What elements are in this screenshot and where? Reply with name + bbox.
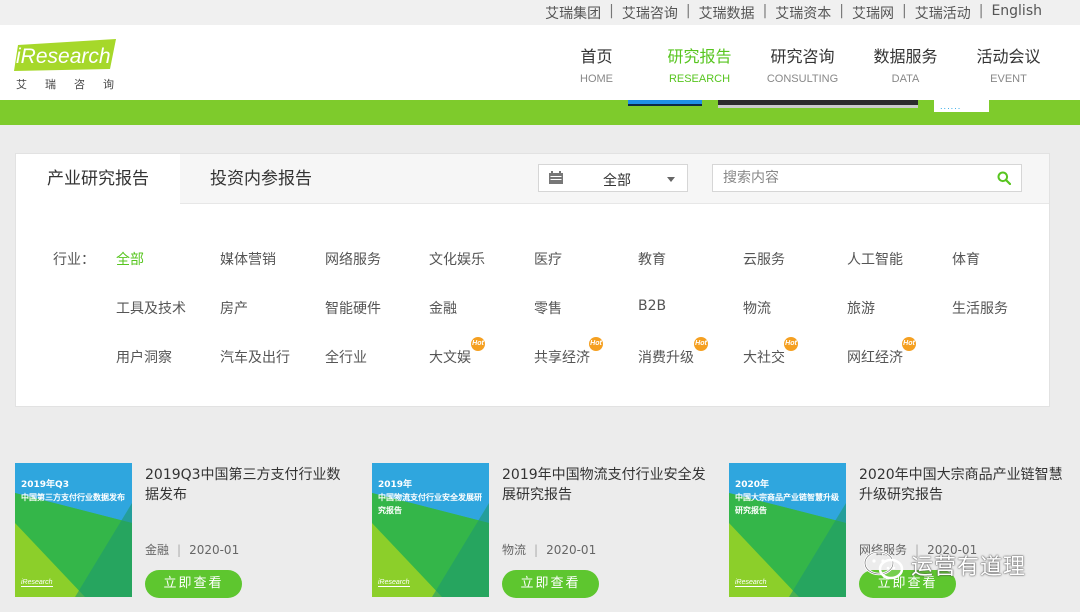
- report-category: 金融: [145, 543, 170, 557]
- link-net[interactable]: 艾瑞网: [852, 3, 894, 23]
- report-date: 2020-01: [189, 543, 240, 557]
- industry-smart-hardware[interactable]: 智能硬件: [325, 298, 381, 318]
- industry-retail[interactable]: 零售: [534, 298, 562, 318]
- industry-consumption-upgrade[interactable]: 消费升级: [638, 347, 694, 367]
- industry-education[interactable]: 教育: [638, 249, 666, 269]
- nav-consulting[interactable]: 研究咨询 CONSULTING: [751, 43, 854, 85]
- hot-badge-icon: Hot: [902, 337, 916, 351]
- nav-home[interactable]: 首页 HOME: [545, 43, 648, 85]
- tab-investment-reports[interactable]: 投资内参报告: [180, 154, 342, 205]
- industry-sports[interactable]: 体育: [952, 249, 980, 269]
- hot-badge-icon: Hot: [784, 337, 798, 351]
- link-group[interactable]: 艾瑞集团: [545, 3, 601, 23]
- link-events[interactable]: 艾瑞活动: [915, 3, 971, 23]
- industry-travel[interactable]: 旅游: [847, 298, 875, 318]
- industry-tools-tech[interactable]: 工具及技术: [116, 298, 186, 318]
- link-capital[interactable]: 艾瑞资本: [775, 3, 831, 23]
- industry-ai[interactable]: 人工智能: [847, 249, 903, 269]
- nav-data[interactable]: 数据服务 DATA: [854, 43, 957, 85]
- hot-badge-icon: Hot: [471, 337, 485, 351]
- industry-medical[interactable]: 医疗: [534, 249, 562, 269]
- industry-auto-mobility[interactable]: 汽车及出行: [220, 347, 290, 367]
- report-meta: 物流 | 2020-01: [502, 543, 597, 557]
- date-select-value: 全部: [603, 173, 631, 189]
- caret-down-icon: [667, 177, 675, 182]
- nav-research[interactable]: 研究报告 RESEARCH: [648, 43, 751, 85]
- industry-influencer-economy[interactable]: 网红经济: [847, 347, 903, 367]
- hot-badge-icon: Hot: [589, 337, 603, 351]
- link-consulting[interactable]: 艾瑞咨询: [622, 3, 678, 23]
- report-thumbnail[interactable]: 2019年 中国物流支付行业安全发展研究报告 iResearch: [372, 463, 489, 597]
- watermark-text: 运营有道理: [911, 555, 1027, 580]
- nav-event[interactable]: 活动会议 EVENT: [957, 43, 1060, 85]
- industry-big-social[interactable]: 大社交: [743, 347, 785, 367]
- link-english[interactable]: English: [991, 3, 1042, 23]
- industry-real-estate[interactable]: 房产: [220, 298, 248, 318]
- report-category: 物流: [502, 543, 527, 557]
- industry-life-services[interactable]: 生活服务: [952, 298, 1008, 318]
- industry-all-industries[interactable]: 全行业: [325, 347, 367, 367]
- industry-culture-entertainment[interactable]: 文化娱乐: [429, 249, 485, 269]
- industry-logistics[interactable]: 物流: [743, 298, 771, 318]
- top-utility-bar: 艾瑞集团 | 艾瑞咨询 | 艾瑞数据 | 艾瑞资本 | 艾瑞网 | 艾瑞活动 | Engli…: [0, 0, 1080, 25]
- report-card: 2019年 中国物流支付行业安全发展研究报告 iResearch 2019年中国…: [372, 463, 712, 603]
- report-filter-panel: 产业研究报告 投资内参报告 全部 行业： 全部 媒体营销 网络服务 文化娱乐: [15, 153, 1050, 407]
- main-nav: 首页 HOME 研究报告 RESEARCH 研究咨询 CONSULTING 数据…: [545, 43, 1060, 85]
- report-date: 2020-01: [546, 543, 597, 557]
- group-links: 艾瑞集团 | 艾瑞咨询 | 艾瑞数据 | 艾瑞资本 | 艾瑞网 | 艾瑞活动 | Engli…: [545, 3, 1042, 23]
- report-thumbnail[interactable]: 2019年Q3 中国第三方支付行业数据发布 iResearch: [15, 463, 132, 597]
- laptop-graphic: [718, 100, 918, 108]
- report-title[interactable]: 2019Q3中国第三方支付行业数据发布: [145, 465, 350, 505]
- search-icon[interactable]: [997, 171, 1011, 185]
- site-header: iResearch 艾瑞咨询 首页 HOME 研究报告 RESEARCH 研究咨…: [0, 25, 1080, 100]
- report-title[interactable]: 2019年中国物流支付行业安全发展研究报告: [502, 465, 707, 505]
- industry-network-services[interactable]: 网络服务: [325, 249, 381, 269]
- tab-industry-reports[interactable]: 产业研究报告: [16, 154, 180, 205]
- view-report-button[interactable]: 立即查看: [502, 570, 599, 598]
- calendar-icon: [549, 171, 563, 184]
- report-card: 2019年Q3 中国第三方支付行业数据发布 iResearch 2019Q3中国…: [15, 463, 355, 603]
- industry-cloud-services[interactable]: 云服务: [743, 249, 785, 269]
- industry-all[interactable]: 全部: [116, 249, 144, 269]
- link-data[interactable]: 艾瑞数据: [699, 3, 755, 23]
- tablet-graphic: [628, 100, 702, 106]
- watermark: 运营有道理: [863, 550, 1026, 580]
- report-thumbnail[interactable]: 2020年 中国大宗商品产业链智慧升级研究报告 iResearch: [729, 463, 846, 597]
- wechat-icon: [863, 550, 904, 580]
- svg-text:iResearch: iResearch: [16, 45, 111, 68]
- industry-media-marketing[interactable]: 媒体营销: [220, 249, 276, 269]
- logo-subtitle: 艾瑞咨询: [16, 78, 132, 91]
- report-title[interactable]: 2020年中国大宗商品产业链智慧升级研究报告: [859, 465, 1064, 505]
- logo-badge-icon: iResearch: [14, 39, 116, 71]
- date-select[interactable]: 全部: [538, 164, 688, 192]
- iresearch-logo[interactable]: iResearch 艾瑞咨询: [14, 39, 118, 91]
- search-input[interactable]: [713, 165, 983, 191]
- report-card: 2020年 中国大宗商品产业链智慧升级研究报告 iResearch 2020年中…: [729, 463, 1069, 603]
- industry-label: 行业：: [53, 252, 95, 268]
- industry-finance[interactable]: 金融: [429, 298, 457, 318]
- industry-sharing-economy[interactable]: 共享经济: [534, 347, 590, 367]
- report-tabs: 产业研究报告 投资内参报告 全部: [16, 154, 1049, 205]
- hot-badge-icon: Hot: [694, 337, 708, 351]
- view-report-button[interactable]: 立即查看: [145, 570, 242, 598]
- industry-b2b[interactable]: B2B: [638, 298, 666, 314]
- screen-graphic: ......: [934, 100, 989, 112]
- hero-banner: ......: [0, 100, 1080, 125]
- report-meta: 金融 | 2020-01: [145, 543, 240, 557]
- industry-user-insight[interactable]: 用户洞察: [116, 347, 172, 367]
- industry-big-entertainment[interactable]: 大文娱: [429, 347, 471, 367]
- search-box: [712, 164, 1022, 192]
